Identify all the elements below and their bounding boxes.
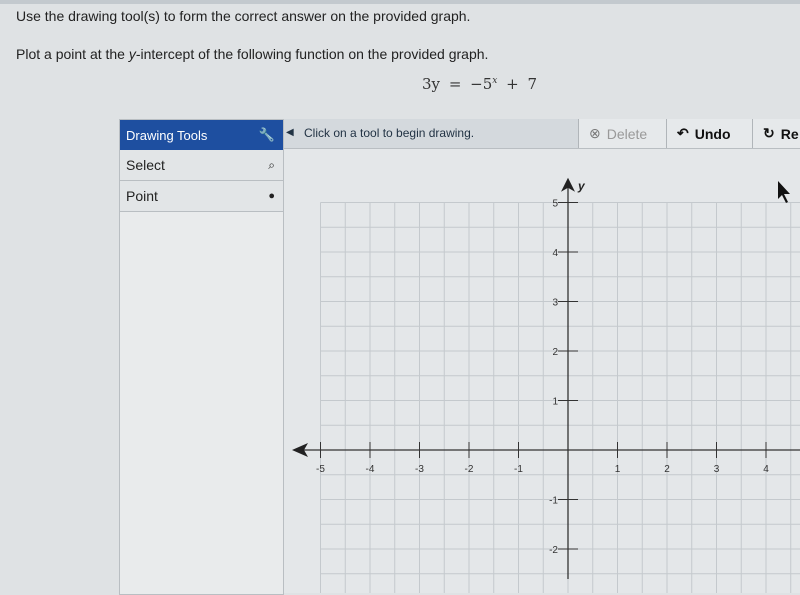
y-tick-label: -1 (549, 496, 558, 507)
pointer-icon: ⌕ (268, 157, 275, 172)
drawing-tools-panel: Drawing Tools 🔧 Select ⌕ Point ● (119, 119, 284, 595)
eq-lhs: 3y (422, 75, 441, 93)
eq-sign: = (448, 75, 462, 93)
redo-icon: ↻ (763, 125, 775, 141)
toolbar-message: Click on a tool to begin drawing. (304, 126, 475, 140)
x-tick-label: -4 (366, 464, 375, 475)
x-tick-label: 2 (664, 464, 670, 475)
x-tick-label: 3 (714, 464, 720, 475)
tool-select[interactable]: Select ⌕ (120, 150, 283, 181)
drawing-tools-header[interactable]: Drawing Tools 🔧 (120, 120, 283, 150)
coordinate-graph[interactable]: y -5 -4 -3 -2 -1 1 2 3 4 5 4 3 2 1 -1 -2 (284, 149, 800, 593)
x-tick-label: 1 (615, 464, 621, 475)
x-tick-label: -1 (514, 464, 523, 475)
top-bar (0, 0, 800, 4)
drawing-tools-title: Drawing Tools (126, 127, 208, 143)
question: Plot a point at the y-intercept of the f… (16, 46, 488, 62)
question-var: y (128, 46, 136, 62)
tool-label: Point (126, 188, 158, 204)
eq-rest: + 7 (506, 75, 538, 93)
redo-label: Re (780, 125, 799, 142)
redo-button[interactable]: ↻ Re (752, 119, 800, 148)
y-tick-label: 4 (552, 248, 558, 259)
y-tick-label: 5 (552, 199, 558, 210)
x-tick-label: -5 (316, 464, 325, 475)
tool-point[interactable]: Point ● (120, 181, 283, 212)
y-tick-label: 2 (552, 347, 558, 358)
question-prefix: Plot a point at the (16, 46, 129, 62)
y-tick-label: 3 (552, 298, 558, 309)
equation: 3y = −5x + 7 (422, 75, 537, 93)
delete-icon: ⊗ (589, 125, 601, 141)
y-axis-label: y (577, 179, 586, 193)
eq-base: −5 (470, 75, 493, 93)
dot-icon: ● (268, 190, 275, 202)
question-suffix: -intercept of the following function on … (135, 46, 489, 62)
collapse-arrow-icon[interactable]: ◀ (286, 127, 294, 138)
undo-label: Undo (694, 125, 731, 142)
wrench-icon: 🔧 (258, 127, 275, 142)
delete-label: Delete (606, 125, 648, 142)
delete-button[interactable]: ⊗ Delete (578, 119, 667, 148)
undo-icon: ↶ (677, 125, 689, 141)
toolbar: ◀ Click on a tool to begin drawing. ⊗ Del… (284, 119, 800, 149)
y-tick-label: 1 (552, 397, 558, 408)
x-tick-label: 4 (763, 464, 769, 475)
y-tick-label: -2 (549, 545, 558, 556)
graph-background (284, 149, 800, 593)
undo-button[interactable]: ↶ Undo (666, 119, 753, 148)
instructions: Use the drawing tool(s) to form the corr… (16, 8, 471, 24)
x-tick-label: -3 (415, 464, 424, 475)
eq-exp: x (492, 76, 498, 86)
x-tick-label: -2 (465, 464, 474, 475)
tool-label: Select (126, 157, 165, 173)
